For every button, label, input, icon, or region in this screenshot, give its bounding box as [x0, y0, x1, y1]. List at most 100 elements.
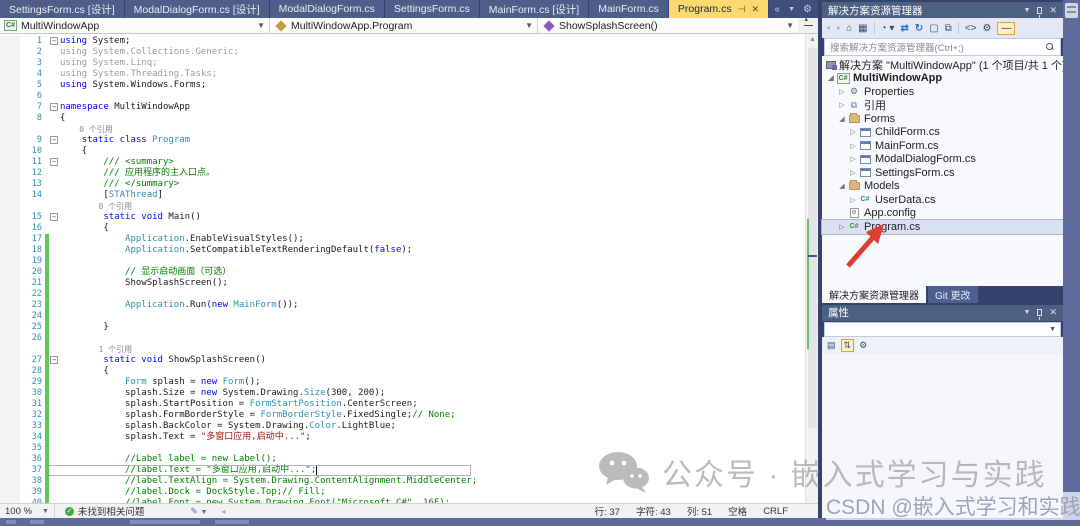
copy-icon[interactable]: ⧉ [945, 23, 952, 34]
chevron-collapsed-icon[interactable]: ▷ [848, 169, 858, 177]
breakpoint-margin[interactable] [0, 377, 20, 388]
fold-collapse-icon[interactable]: − [50, 158, 58, 166]
breakpoint-margin[interactable] [0, 465, 20, 476]
code-line[interactable]: 18 Application.SetCompatibleTextRenderin… [0, 245, 477, 256]
code-line[interactable]: 26 [0, 333, 477, 344]
breakpoint-margin[interactable] [0, 355, 20, 366]
breakpoint-margin[interactable] [0, 410, 20, 421]
fold-collapse-icon[interactable]: − [50, 103, 58, 111]
code-line[interactable]: 2using System.Collections.Generic; [0, 47, 477, 58]
chevron-collapsed-icon[interactable]: ▷ [848, 142, 858, 150]
document-tab[interactable]: ModalDialogForm.cs [设计] [125, 0, 270, 18]
nest-files-icon[interactable]: ▢ [929, 23, 938, 34]
hscroll-left-arrow-icon[interactable]: ◂ [221, 507, 225, 516]
char-indicator[interactable]: 字符: 43 [636, 504, 671, 518]
close-tab-icon[interactable]: ✕ [751, 4, 759, 15]
sync-with-active-document-icon[interactable]: ⇄ [900, 23, 908, 34]
code-line[interactable]: 4using System.Threading.Tasks; [0, 69, 477, 80]
switch-views-icon[interactable]: ▦ [858, 23, 867, 34]
breakpoint-margin[interactable] [0, 113, 20, 124]
code-line[interactable]: 15− static void Main() [0, 212, 477, 223]
breakpoint-margin[interactable] [0, 267, 20, 278]
breakpoint-margin[interactable] [0, 289, 20, 300]
document-tab[interactable]: ModalDialogForm.cs [270, 0, 385, 18]
chevron-collapsed-icon[interactable]: ▷ [837, 223, 847, 231]
property-pages-icon[interactable]: ⚙ [859, 340, 867, 351]
search-icon[interactable] [1045, 42, 1055, 52]
code-line[interactable]: 9− static class Program [0, 135, 477, 146]
chevron-collapsed-icon[interactable]: ▷ [848, 155, 858, 163]
document-tab[interactable]: SettingsForm.cs [385, 0, 480, 18]
dock-tab-solution-explorer[interactable]: 解决方案资源管理器 [822, 286, 926, 303]
categorized-icon[interactable]: ▤ [827, 340, 836, 351]
code-line[interactable]: 23 Application.Run(new MainForm()); [0, 300, 477, 311]
code-line[interactable]: 1−using System; [0, 36, 477, 47]
code-line[interactable]: 27− static void ShowSplashScreen() [0, 355, 477, 366]
back-icon[interactable]: ◦ [827, 23, 831, 34]
code-line[interactable]: 13 /// </summary> [0, 179, 477, 190]
code-line[interactable]: 31 splash.StartPosition = FormStartPosit… [0, 399, 477, 410]
breakpoint-margin[interactable] [0, 333, 20, 344]
code-line[interactable]: 29 Form splash = new Form(); [0, 377, 477, 388]
forward-icon[interactable]: ◦ [837, 23, 841, 34]
breakpoint-margin[interactable] [0, 157, 20, 168]
pending-changes-filter-icon[interactable]: ◔ ▾ [881, 23, 895, 34]
split-editor-button[interactable] [798, 18, 818, 34]
pin-icon[interactable] [1037, 309, 1042, 316]
code-line[interactable]: 3using System.Linq; [0, 58, 477, 69]
document-health-indicator[interactable]: ✓ 未找到相关问题 [65, 504, 145, 518]
breakpoint-margin[interactable] [0, 421, 20, 432]
member-dropdown[interactable]: ShowSplashScreen() ▼ [538, 18, 798, 33]
line-ending-indicator[interactable]: CRLF [763, 506, 788, 517]
editor-vertical-scrollbar[interactable]: ▲ [805, 34, 818, 503]
refresh-icon[interactable]: ↻ [915, 23, 923, 34]
close-icon[interactable]: ✕ [1049, 307, 1057, 318]
chevron-expanded-icon[interactable]: ◢ [826, 74, 836, 82]
breakpoint-margin[interactable] [0, 234, 20, 245]
tree-item-userdata-cs[interactable]: ▷C#UserData.cs [822, 193, 1063, 207]
document-tab[interactable]: MainForm.cs [设计] [480, 0, 589, 18]
document-tab[interactable]: Program.cs⊣✕ [669, 0, 769, 18]
properties-icon[interactable]: ⚙ [983, 23, 992, 34]
tree-item--multiwindowapp-1-1-[interactable]: 解决方案 "MultiWindowApp" (1 个项目/共 1 个) [822, 58, 1063, 72]
tree-item-childform-cs[interactable]: ▷ChildForm.cs [822, 126, 1063, 140]
column-indicator[interactable]: 列: 51 [687, 504, 712, 518]
pin-tab-icon[interactable]: ⊣ [738, 4, 746, 15]
breakpoint-margin[interactable] [0, 190, 20, 201]
chevron-expanded-icon[interactable]: ◢ [837, 115, 847, 123]
breakpoint-margin[interactable] [0, 454, 20, 465]
type-dropdown[interactable]: MultiWindowApp.Program ▼ [270, 18, 538, 33]
code-line[interactable]: 38 //label.TextAlign = System.Drawing.Co… [0, 476, 477, 487]
breakpoint-margin[interactable] [0, 201, 20, 212]
code-line[interactable]: 16 { [0, 223, 477, 234]
chevron-collapsed-icon[interactable]: ▷ [837, 101, 847, 109]
properties-object-combo[interactable]: ▼ [824, 322, 1061, 337]
code-line[interactable]: 33 splash.BackColor = System.Drawing.Col… [0, 421, 477, 432]
pin-icon[interactable] [1037, 7, 1042, 14]
home-icon[interactable]: ⌂ [846, 23, 852, 34]
breakpoint-margin[interactable] [0, 322, 20, 333]
code-line[interactable]: 19 [0, 256, 477, 267]
breakpoint-margin[interactable] [0, 223, 20, 234]
breakpoint-margin[interactable] [0, 146, 20, 157]
breakpoint-margin[interactable] [0, 168, 20, 179]
breakpoint-margin[interactable] [0, 80, 20, 91]
code-line[interactable]: 37 //label.Text = "多窗口应用,启动中..."; [0, 465, 477, 476]
breakpoint-margin[interactable] [0, 102, 20, 113]
code-editor[interactable]: 1−using System;2using System.Collections… [0, 34, 805, 503]
code-line[interactable]: 7−namespace MultiWindowApp [0, 102, 477, 113]
window-settings-gear-icon[interactable]: ⚙ [803, 4, 812, 15]
breakpoint-margin[interactable] [0, 212, 20, 223]
tree-item-program-cs[interactable]: ▷C#Program.cs [822, 220, 1063, 234]
code-line[interactable]: 5using System.Windows.Forms; [0, 80, 477, 91]
chevron-expanded-icon[interactable]: ◢ [837, 182, 847, 190]
code-line[interactable]: 22 [0, 289, 477, 300]
breakpoint-margin[interactable] [0, 256, 20, 267]
fold-collapse-icon[interactable]: − [50, 356, 58, 364]
breakpoint-margin[interactable] [0, 124, 20, 135]
code-line[interactable]: 12 /// 应用程序的主入口点。 [0, 168, 477, 179]
tree-item-forms[interactable]: ◢Forms [822, 112, 1063, 126]
code-line[interactable]: 28 { [0, 366, 477, 377]
breakpoint-margin[interactable] [0, 179, 20, 190]
dock-tab-git-changes[interactable]: Git 更改 [928, 286, 978, 303]
